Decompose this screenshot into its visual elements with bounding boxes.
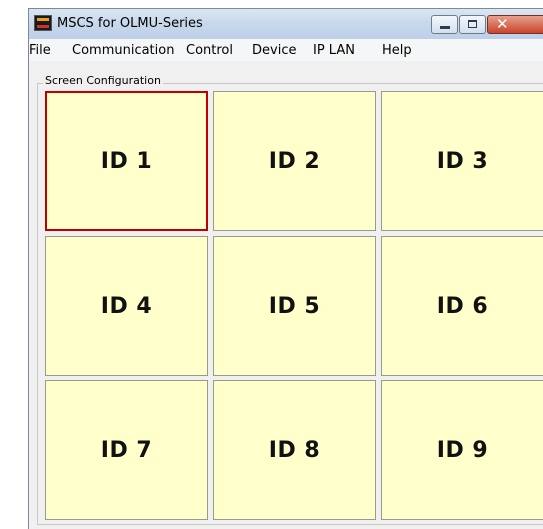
screen-cell-id-7[interactable]: ID 7 bbox=[45, 380, 208, 520]
menu-bar: File Communication Control Device IP LAN… bbox=[29, 39, 543, 61]
close-icon: ✕ bbox=[496, 15, 509, 33]
screen-cell-label: ID 5 bbox=[268, 293, 321, 319]
screen-cell-id-9[interactable]: ID 9 bbox=[381, 380, 543, 520]
menu-control[interactable]: Control bbox=[186, 43, 233, 58]
minimize-icon bbox=[440, 26, 450, 29]
screen-cell-id-4[interactable]: ID 4 bbox=[45, 236, 208, 376]
screen-cell-label: ID 6 bbox=[436, 293, 489, 319]
app-window: MSCS for OLMU-Series ✕ File Communicatio… bbox=[28, 8, 543, 529]
menu-file[interactable]: File bbox=[29, 43, 51, 58]
screen-cell-label: ID 8 bbox=[268, 437, 321, 463]
screen-cell-label: ID 7 bbox=[100, 437, 153, 463]
app-logo-icon[interactable] bbox=[34, 15, 52, 31]
screen-cell-id-3[interactable]: ID 3 bbox=[381, 91, 543, 231]
screen-cell-label: ID 2 bbox=[268, 148, 321, 174]
app-logo-stripe-bottom bbox=[37, 25, 49, 28]
screen-cell-id-8[interactable]: ID 8 bbox=[213, 380, 376, 520]
screen-cell-label: ID 3 bbox=[436, 148, 489, 174]
menu-communication[interactable]: Communication bbox=[72, 43, 174, 58]
screen-cell-label: ID 9 bbox=[436, 437, 489, 463]
maximize-icon bbox=[468, 20, 477, 28]
close-button[interactable]: ✕ bbox=[487, 15, 543, 34]
screen-configuration-label: Screen Configuration bbox=[43, 74, 163, 87]
screen-cell-label: ID 1 bbox=[100, 148, 153, 174]
screen-cell-id-2[interactable]: ID 2 bbox=[213, 91, 376, 231]
menu-device[interactable]: Device bbox=[252, 43, 296, 58]
menu-ip-lan[interactable]: IP LAN bbox=[313, 43, 355, 58]
window-title: MSCS for OLMU-Series bbox=[57, 16, 203, 31]
screen-cell-id-6[interactable]: ID 6 bbox=[381, 236, 543, 376]
screen-cell-id-1[interactable]: ID 1 bbox=[45, 91, 208, 231]
menu-help[interactable]: Help bbox=[382, 43, 412, 58]
title-bar[interactable]: MSCS for OLMU-Series ✕ bbox=[29, 9, 543, 39]
app-logo-stripe-top bbox=[37, 18, 49, 21]
screen-cell-label: ID 4 bbox=[100, 293, 153, 319]
screen-cell-id-5[interactable]: ID 5 bbox=[213, 236, 376, 376]
maximize-button[interactable] bbox=[459, 15, 486, 34]
minimize-button[interactable] bbox=[431, 15, 458, 34]
screen-grid: ID 1 ID 2 ID 3 ID 4 ID 5 ID 6 ID 7 ID 8 … bbox=[45, 91, 543, 522]
